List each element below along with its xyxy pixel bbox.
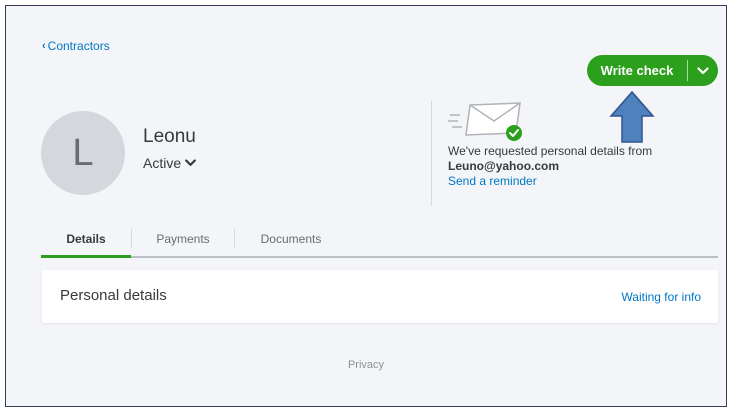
- contractor-name: Leonu: [143, 126, 196, 147]
- chevron-left-icon: ‹: [42, 40, 46, 52]
- write-check-split-button: Write check: [587, 55, 718, 86]
- breadcrumb-label: Contractors: [47, 39, 110, 53]
- personal-details-card: Personal details Waiting for info: [42, 270, 718, 323]
- send-reminder-link[interactable]: Send a reminder: [448, 174, 537, 188]
- tab-documents[interactable]: Documents: [236, 221, 346, 256]
- status-dropdown[interactable]: Active: [143, 155, 197, 171]
- button-divider: [687, 60, 688, 81]
- tab-bar: Details Payments Documents: [41, 221, 718, 258]
- waiting-for-info-link[interactable]: Waiting for info: [621, 290, 701, 304]
- write-check-dropdown-button[interactable]: [688, 55, 718, 86]
- chevron-down-icon: [185, 159, 197, 166]
- avatar: L: [41, 111, 125, 195]
- status-label: Active: [143, 155, 182, 171]
- vertical-divider: [431, 101, 432, 206]
- annotation-arrow-up-icon: [609, 90, 655, 143]
- app-frame: ‹ Contractors Write check L Leonu Active…: [5, 5, 727, 407]
- request-message: We've requested personal details from: [448, 144, 653, 158]
- privacy-link[interactable]: Privacy: [6, 359, 726, 371]
- tab-separator: [131, 229, 132, 248]
- request-email: Leuno@yahoo.com: [448, 159, 560, 173]
- tab-details[interactable]: Details: [41, 221, 131, 258]
- tab-payments[interactable]: Payments: [133, 221, 233, 256]
- tab-separator: [234, 229, 235, 248]
- avatar-initial: L: [72, 131, 94, 174]
- breadcrumb-contractors[interactable]: ‹ Contractors: [42, 39, 110, 53]
- chevron-down-icon: [697, 66, 709, 74]
- envelope-check-icon: [448, 102, 522, 141]
- write-check-button[interactable]: Write check: [587, 55, 687, 86]
- personal-details-title: Personal details: [60, 287, 167, 304]
